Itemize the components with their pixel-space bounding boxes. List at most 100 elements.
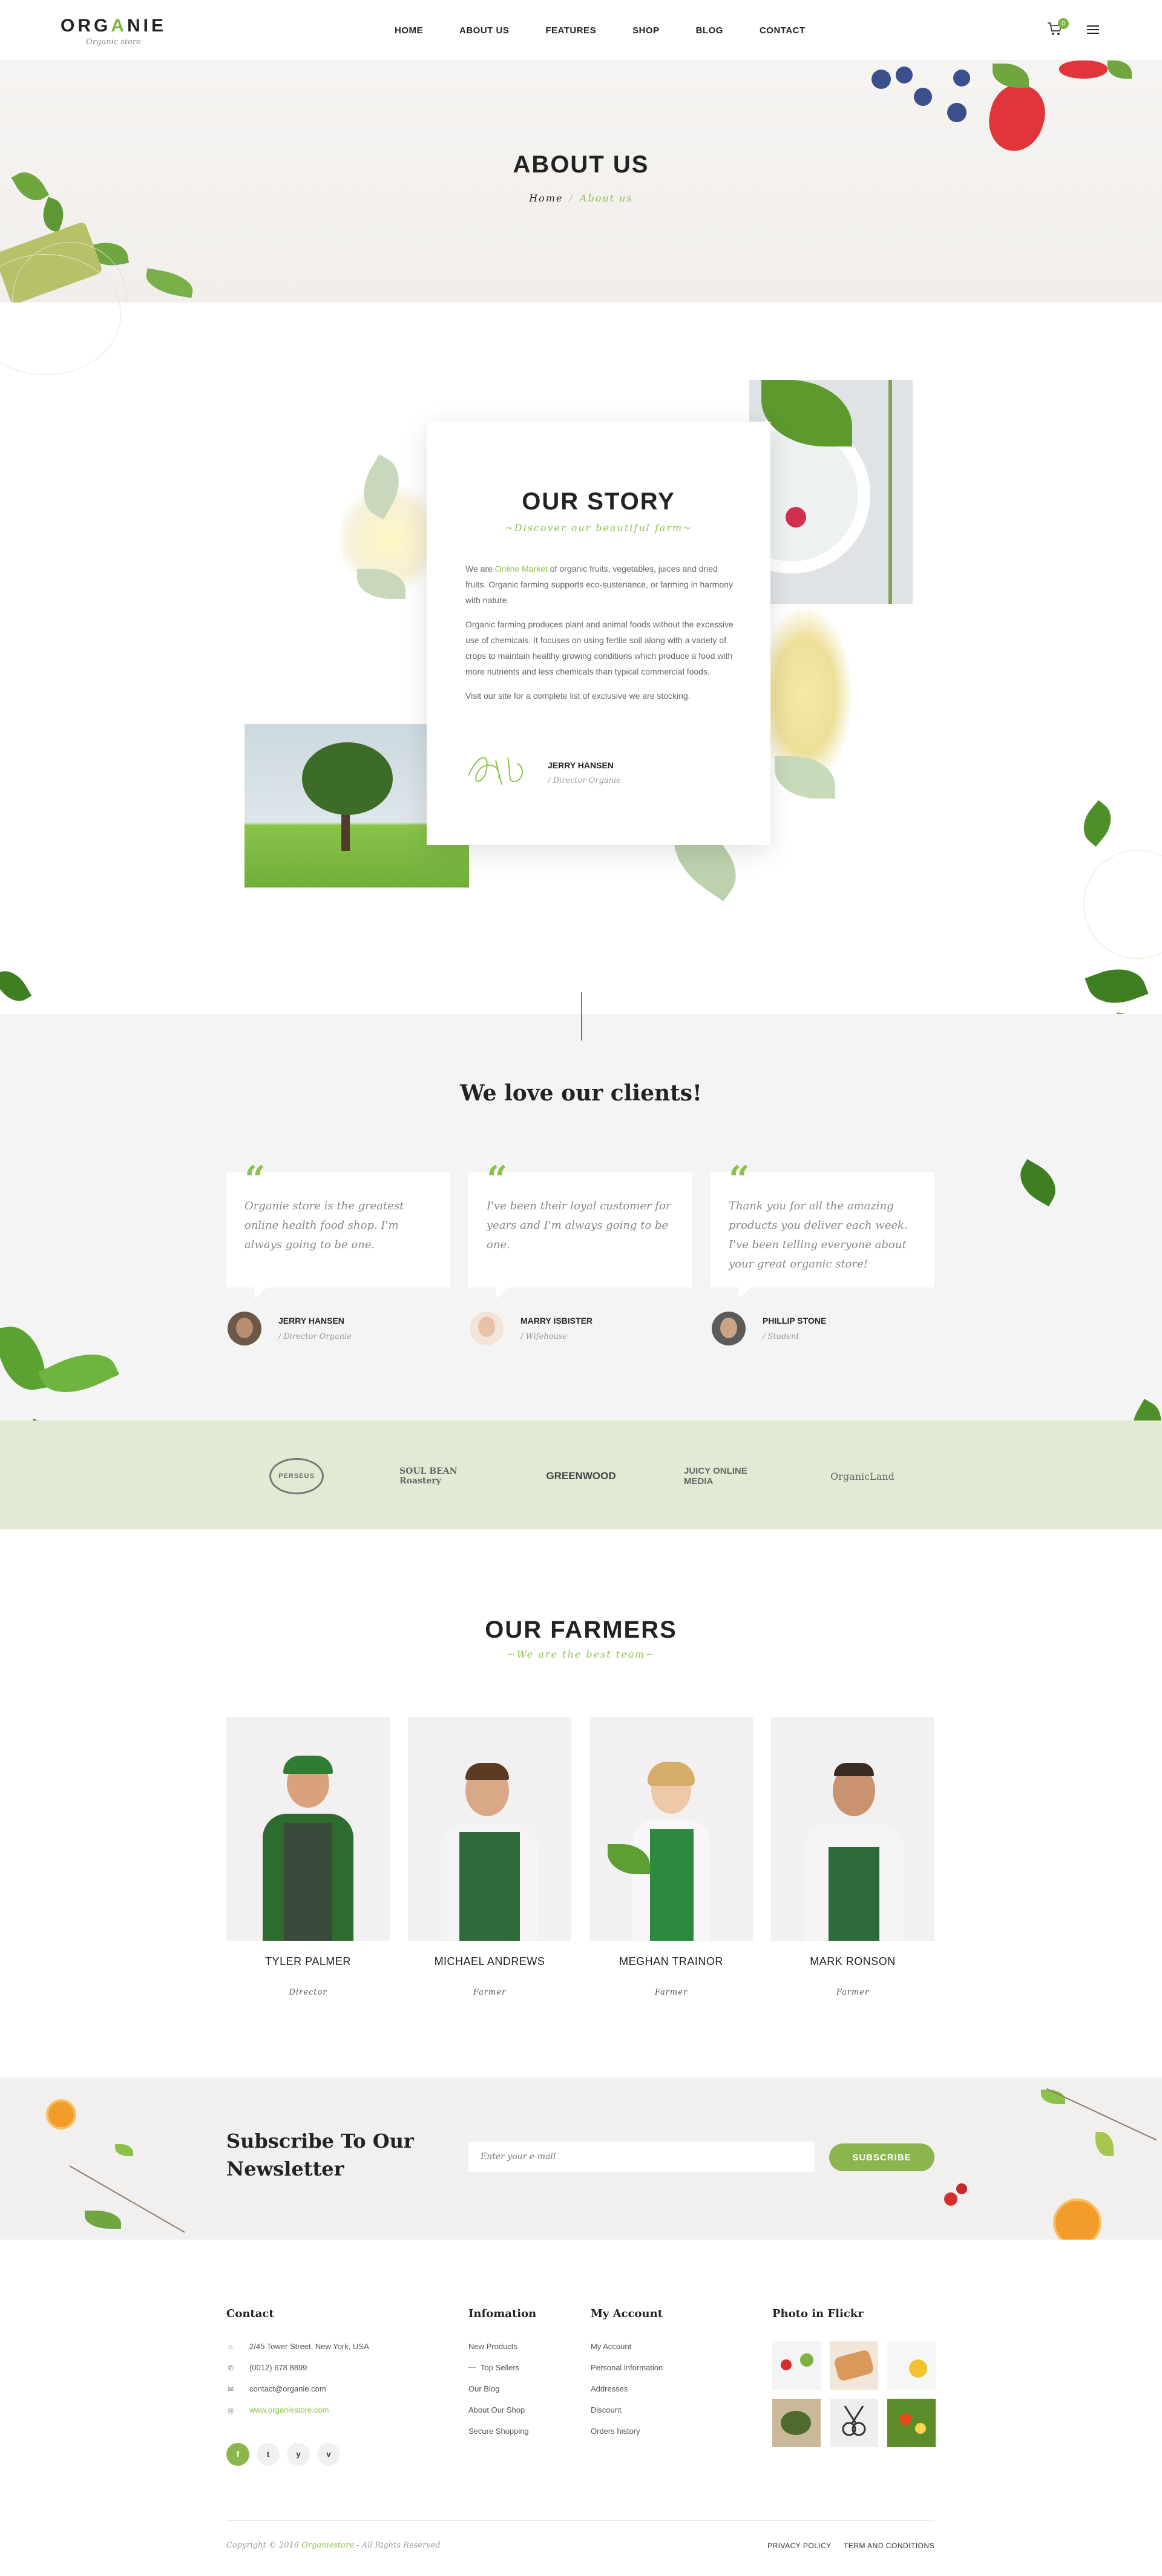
- newsletter-email-input[interactable]: [468, 2142, 815, 2172]
- main-nav: HOME ABOUT US FEATURES SHOP BLOG CONTACT: [395, 0, 842, 60]
- footer-info-link[interactable]: Top Sellers: [481, 2363, 519, 2372]
- copyright-brand-link[interactable]: Organiestore: [301, 2541, 354, 2550]
- site-header: ORGANIE Organic store HOME ABOUT US FEAT…: [0, 0, 1162, 60]
- footer-account-title: My Account: [591, 2307, 663, 2320]
- story-title: OUR STORY: [522, 488, 675, 515]
- logo-text-end: NIE: [127, 16, 167, 36]
- signature-image: [468, 757, 523, 785]
- nav-shop[interactable]: SHOP: [632, 25, 660, 36]
- brand-logo-perseus[interactable]: PERSEUS: [266, 1458, 327, 1494]
- leaf-decoration: [993, 64, 1029, 88]
- hamburger-menu-icon[interactable]: [1087, 25, 1099, 35]
- testimonial-author-name: JERRY HANSEN: [278, 1316, 344, 1326]
- footer-info-link[interactable]: About Our Shop: [468, 2405, 525, 2414]
- online-market-link[interactable]: Online Market: [495, 564, 548, 574]
- berry-decoration: [956, 2183, 967, 2194]
- hover-dash-icon: [468, 2367, 476, 2368]
- farmer-photo: [771, 1717, 934, 1941]
- nav-about-us[interactable]: ABOUT US: [459, 25, 509, 36]
- footer-divider: [226, 2520, 934, 2521]
- leaf-decoration: [1108, 60, 1132, 79]
- story-subtitle: ~Discover our beautiful farm~: [505, 522, 692, 534]
- copyright-text: - All Rights Reserved: [354, 2541, 441, 2550]
- brand-logo-soul-bean[interactable]: SOUL BEAN Roastery: [399, 1458, 478, 1494]
- newsletter-title: Subscribe To Our Newsletter: [226, 2127, 414, 2183]
- farmer-photo: [589, 1717, 753, 1941]
- logo-tagline: Organic store: [86, 38, 141, 47]
- phone-icon: ✆: [227, 2364, 234, 2372]
- youtube-icon[interactable]: y: [287, 2443, 310, 2466]
- strawberry-decoration: [982, 79, 1052, 157]
- radish-plate-image: [749, 380, 913, 604]
- story-paragraph: Visit our site for a complete list of ex…: [465, 691, 691, 701]
- privacy-policy-link[interactable]: PRIVACY POLICY: [767, 2542, 832, 2550]
- testimonial-card: “ Thank you for all the amazing products…: [711, 1162, 934, 1298]
- footer-info-link[interactable]: New Products: [468, 2342, 517, 2351]
- cart-icon[interactable]: 0: [1047, 18, 1069, 39]
- email-icon: ✉: [227, 2385, 234, 2393]
- leaf-decoration: [115, 2144, 133, 2156]
- logo-text-start: ORG: [61, 16, 111, 36]
- footer-account-link[interactable]: Addresses: [591, 2384, 628, 2393]
- logo[interactable]: ORGANIE Organic store: [61, 16, 166, 47]
- subscribe-button[interactable]: SUBSCRIBE: [829, 2143, 934, 2171]
- testimonial-text: Thank you for all the amazing products y…: [729, 1200, 908, 1270]
- facebook-icon[interactable]: f: [226, 2443, 249, 2466]
- nav-blog[interactable]: BLOG: [696, 25, 723, 36]
- nav-home[interactable]: HOME: [395, 25, 423, 36]
- footer-account-link[interactable]: Discount: [591, 2405, 622, 2414]
- footer-website[interactable]: www.organiestore.com: [249, 2405, 329, 2414]
- footer-account-link[interactable]: Orders history: [591, 2427, 640, 2436]
- testimonial-author-name: MARRY ISBISTER: [520, 1316, 593, 1326]
- testimonial-card: “ I've been their loyal customer for yea…: [468, 1162, 692, 1298]
- logo-text-mark: A: [111, 16, 128, 36]
- avatar: [228, 1312, 261, 1345]
- flickr-photo[interactable]: [772, 2341, 821, 2390]
- farmer-role: Farmer: [836, 1988, 870, 1997]
- testimonial-text: I've been their loyal customer for years…: [487, 1200, 671, 1251]
- flickr-photo[interactable]: [830, 2399, 878, 2447]
- flickr-photo[interactable]: [887, 2341, 936, 2390]
- footer-account-link[interactable]: Personal information: [591, 2363, 663, 2372]
- footer-phone: (0012) 678 8899: [249, 2363, 307, 2372]
- berry-decoration: [953, 70, 970, 87]
- our-story-card: OUR STORY ~Discover our beautiful farm~ …: [427, 422, 770, 845]
- twitter-icon[interactable]: t: [257, 2443, 280, 2466]
- testimonial-author-role: / Director Organie: [278, 1332, 352, 1341]
- breadcrumb-separator: /: [569, 192, 574, 204]
- footer-info-link[interactable]: Secure Shopping: [468, 2427, 529, 2436]
- farmer-name: MEGHAN TRAINOR: [619, 1955, 723, 1967]
- avatar: [712, 1312, 746, 1345]
- breadcrumb-home[interactable]: Home: [529, 192, 563, 204]
- terms-link[interactable]: TERM AND CONDITIONS: [844, 2542, 934, 2550]
- brand-logo-juicy-online-media[interactable]: JUICY ONLINE MEDIA: [684, 1458, 763, 1494]
- newsletter-title-line: Newsletter: [226, 2157, 344, 2180]
- leaf-decoration: [1074, 800, 1120, 847]
- farmer-photo: [408, 1717, 571, 1941]
- footer-account-link[interactable]: My Account: [591, 2342, 631, 2351]
- footer-flickr-title: Photo in Flickr: [772, 2307, 864, 2320]
- footer-email[interactable]: contact@organie.com: [249, 2384, 326, 2393]
- footer-contact-title: Contact: [226, 2307, 274, 2320]
- farmer-role: Farmer: [654, 1988, 688, 1997]
- footer-info-link[interactable]: Our Blog: [468, 2384, 499, 2393]
- nav-contact[interactable]: CONTACT: [760, 25, 806, 36]
- farmer-name: MARK RONSON: [810, 1955, 896, 1967]
- page-banner: ABOUT US Home / About us: [0, 60, 1162, 302]
- farmer-role: Director: [289, 1988, 327, 1997]
- flickr-photo[interactable]: [772, 2399, 821, 2447]
- breadcrumb: Home / About us: [0, 192, 1162, 204]
- vimeo-icon[interactable]: v: [317, 2443, 340, 2466]
- flickr-photo[interactable]: [830, 2341, 878, 2390]
- flickr-photo[interactable]: [887, 2399, 936, 2447]
- avatar: [470, 1312, 504, 1345]
- brand-logo-greenwood[interactable]: GREENWOOD: [539, 1458, 623, 1494]
- brand-logo-organicland[interactable]: OrganicLand: [823, 1458, 902, 1494]
- farmer-role: Farmer: [473, 1988, 507, 1997]
- copyright: Copyright © 2016 Organiestore - All Righ…: [226, 2541, 441, 2550]
- quote-icon: “: [487, 1159, 508, 1201]
- nav-features[interactable]: FEATURES: [545, 25, 596, 36]
- footer-info-title: Infomation: [468, 2307, 537, 2320]
- story-text-intro: We are: [465, 564, 495, 574]
- quote-icon: “: [729, 1159, 750, 1201]
